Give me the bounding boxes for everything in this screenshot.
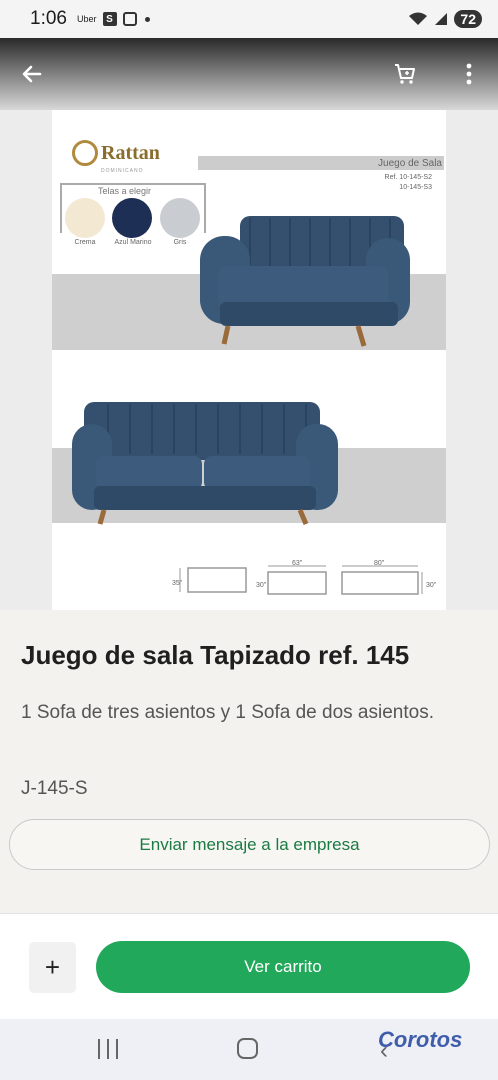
three-seat-sofa-image: [72, 402, 338, 525]
collection-title: Juego de Sala: [378, 158, 442, 169]
wifi-icon: [409, 12, 428, 25]
home-button[interactable]: [237, 1038, 258, 1059]
brand-subtitle: DOMINICANO: [101, 168, 144, 174]
swatch-crema: [65, 198, 105, 238]
catalog-sheet: Rattan DOMINICANO Juego de Sala Ref. 10-…: [52, 110, 446, 610]
notification-dot-icon: [144, 16, 150, 22]
brand-name: Rattan: [101, 141, 160, 164]
scan-icon: [122, 12, 137, 26]
product-description: 1 Sofa de tres asientos y 1 Sofa de dos …: [21, 702, 434, 723]
rattan-logo-icon: [72, 140, 98, 166]
arrow-left-icon: [22, 65, 42, 83]
more-vertical-icon: [466, 63, 472, 85]
send-message-button[interactable]: Enviar mensaje a la empresa: [9, 819, 490, 870]
brand-logo: Rattan: [72, 140, 160, 166]
fabric-title: Telas a elegir: [98, 186, 152, 196]
recent-bar-icon: [98, 1039, 100, 1059]
recent-bar-icon: [116, 1039, 118, 1059]
product-title: Juego de sala Tapizado ref. 145: [21, 640, 410, 670]
reference-line-2: 10-145-S3: [399, 184, 432, 191]
reference-line-1: Ref. 10-145-S2: [384, 174, 432, 181]
loveseat-image: [200, 216, 410, 347]
recent-bar-icon: [107, 1039, 109, 1059]
dimension-width-sofa: 80": [374, 560, 385, 567]
status-app-label: Uber: [76, 14, 97, 24]
recent-apps-button[interactable]: [98, 1039, 118, 1059]
dimension-depth-loveseat: 30": [256, 582, 267, 589]
swatch-gris: [160, 198, 200, 238]
status-time: 1:06: [30, 8, 67, 29]
dimension-width-loveseat: 63": [292, 560, 303, 567]
dimension-height-loveseat: 35": [172, 580, 183, 587]
add-to-cart-button[interactable]: +: [29, 942, 76, 993]
view-cart-button[interactable]: Ver carrito: [96, 941, 470, 993]
shopping-cart-plus-icon: [395, 64, 415, 84]
corotos-watermark: Corotos: [378, 1027, 463, 1052]
more-options-button[interactable]: [451, 56, 487, 92]
product-image[interactable]: Rattan DOMINICANO Juego de Sala Ref. 10-…: [0, 38, 498, 610]
product-code: J-145-S: [21, 778, 88, 799]
s-badge-icon: S: [102, 12, 117, 26]
product-details: Juego de sala Tapizado ref. 145 1 Sofa d…: [0, 610, 498, 912]
status-bar: 1:06 Uber S 72: [0, 0, 498, 38]
signal-icon: [435, 13, 448, 25]
cart-button[interactable]: [387, 56, 423, 92]
bottom-action-bar: + Ver carrito: [0, 913, 498, 1019]
status-right: 72: [408, 10, 482, 28]
dimension-drawings: 35" 63" 30" 80" 30": [172, 560, 444, 605]
dimension-outlines: [179, 565, 423, 595]
battery-indicator: 72: [454, 10, 482, 28]
dimension-depth-sofa: 30": [426, 582, 437, 589]
app-toolbar: [0, 38, 498, 110]
back-button[interactable]: [14, 56, 50, 92]
swatch-azul-marino: [112, 198, 152, 238]
system-nav-bar: ‹ Corotos: [0, 1019, 498, 1080]
